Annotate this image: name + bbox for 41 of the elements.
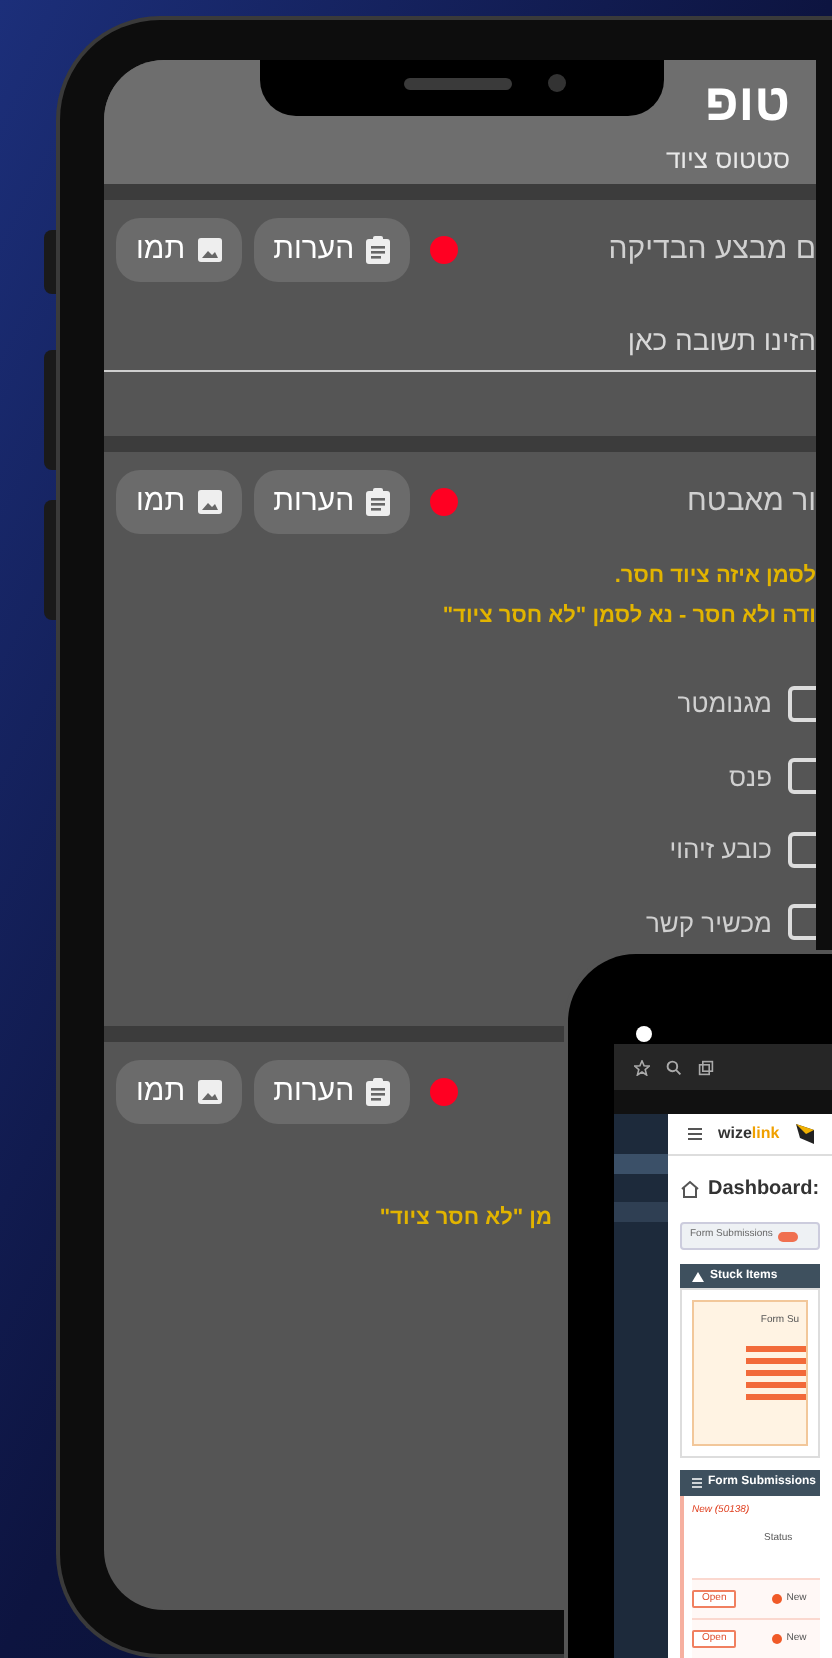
option-label: מכשיר קשר — [645, 905, 772, 941]
speaker-grille — [404, 78, 512, 90]
instruction-text: ודה ולא חסר - נא לסמן "לא חסר ציוד" — [440, 601, 816, 631]
form-subtitle: סטטוס ציוד — [665, 142, 790, 178]
checkbox[interactable] — [788, 758, 816, 795]
question-title: ור מאבטח — [685, 481, 816, 522]
logo-icon — [795, 1124, 814, 1145]
clipboard-icon — [366, 236, 391, 264]
checkbox[interactable] — [788, 685, 816, 722]
menu-icon[interactable] — [688, 1128, 702, 1141]
notes-button[interactable]: הערות — [253, 1060, 411, 1124]
warning-icon — [692, 1271, 704, 1282]
image-icon — [197, 490, 222, 514]
checkbox[interactable] — [788, 904, 816, 941]
form-title: טופ — [704, 72, 790, 132]
clipboard-icon — [366, 488, 391, 516]
question-title: ם מבצע הבדיקה — [606, 229, 816, 270]
star-icon[interactable] — [634, 1059, 650, 1075]
photo-button[interactable]: תמו — [116, 218, 242, 282]
logo-text: wizelink — [718, 1122, 780, 1147]
search-icon[interactable] — [666, 1059, 682, 1075]
home-icon — [680, 1180, 700, 1199]
clipboard-icon — [366, 1078, 391, 1106]
option-label: מגנומטר — [677, 686, 772, 722]
instruction-text: מן "לא חסר ציוד" — [377, 1204, 552, 1234]
photo-button[interactable]: תמו — [116, 1060, 242, 1124]
answer-field[interactable]: הזינו תשובה כאן — [104, 308, 816, 372]
instruction-text: לסמן איזה ציוד חסר. — [612, 562, 816, 592]
notes-button[interactable]: הערות — [253, 470, 411, 534]
checkbox[interactable] — [788, 831, 816, 868]
option-label: פנס — [728, 759, 772, 795]
count-badge — [778, 1231, 799, 1241]
copy-icon[interactable] — [698, 1059, 714, 1075]
bar-chart-drawing — [746, 1345, 806, 1400]
page-title: Dashboard: — [708, 1176, 820, 1205]
image-icon — [197, 1080, 222, 1104]
option-label: כובע זיהוי — [669, 832, 772, 868]
image-icon — [197, 238, 222, 262]
photo-button[interactable]: תמו — [116, 470, 242, 534]
notes-button[interactable]: הערות — [253, 218, 411, 282]
list-icon — [692, 1478, 702, 1489]
